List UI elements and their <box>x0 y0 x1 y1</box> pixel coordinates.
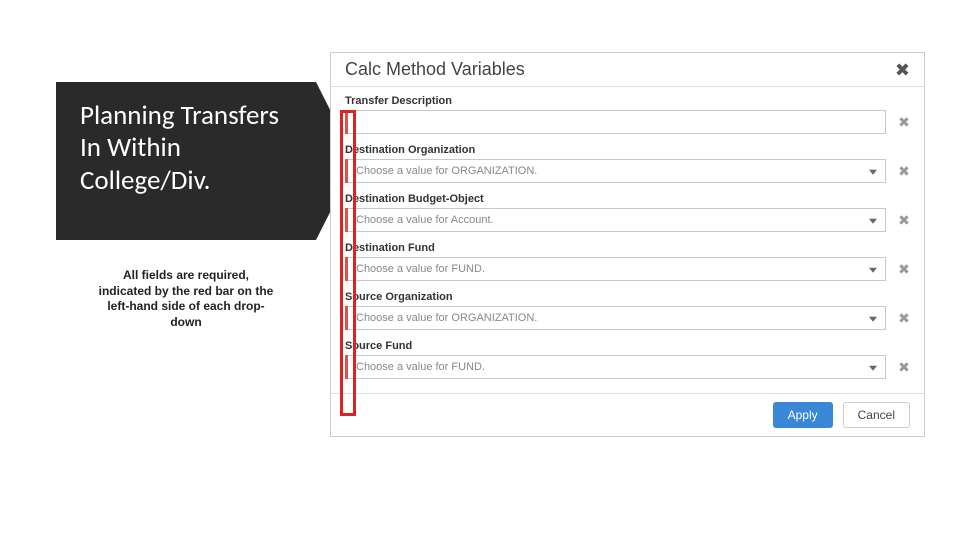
placeholder-text: Choose a value for ORGANIZATION. <box>356 312 537 324</box>
apply-button[interactable]: Apply <box>773 402 833 428</box>
modal-footer: Apply Cancel <box>331 393 924 436</box>
close-icon[interactable]: ✖ <box>891 61 914 79</box>
field-destination-fund: Destination Fund Choose a value for FUND… <box>345 242 910 281</box>
modal-header: Calc Method Variables ✖ <box>331 53 924 87</box>
field-label: Source Fund <box>345 340 910 352</box>
destination-organization-select[interactable]: Choose a value for ORGANIZATION. <box>345 159 886 183</box>
placeholder-text: Choose a value for ORGANIZATION. <box>356 165 537 177</box>
chevron-down-icon <box>869 366 877 371</box>
clear-icon[interactable]: ✖ <box>898 115 910 129</box>
field-source-fund: Source Fund Choose a value for FUND. ✖ <box>345 340 910 379</box>
chevron-down-icon <box>869 170 877 175</box>
slide-title: Planning Transfers In Within College/Div… <box>80 100 290 197</box>
source-fund-select[interactable]: Choose a value for FUND. <box>345 355 886 379</box>
chevron-down-icon <box>869 317 877 322</box>
placeholder-text: Choose a value for Account. <box>356 214 494 226</box>
chevron-down-icon <box>869 219 877 224</box>
clear-icon[interactable]: ✖ <box>898 360 910 374</box>
placeholder-text: Choose a value for FUND. <box>356 361 485 373</box>
field-destination-organization: Destination Organization Choose a value … <box>345 144 910 183</box>
field-destination-budget-object: Destination Budget-Object Choose a value… <box>345 193 910 232</box>
field-label: Destination Organization <box>345 144 910 156</box>
clear-icon[interactable]: ✖ <box>898 213 910 227</box>
clear-icon[interactable]: ✖ <box>898 262 910 276</box>
clear-icon[interactable]: ✖ <box>898 164 910 178</box>
field-label: Destination Budget-Object <box>345 193 910 205</box>
source-organization-select[interactable]: Choose a value for ORGANIZATION. <box>345 306 886 330</box>
destination-budget-object-select[interactable]: Choose a value for Account. <box>345 208 886 232</box>
chevron-down-icon <box>869 268 877 273</box>
modal-title: Calc Method Variables <box>345 59 525 80</box>
slide-caption: All fields are required, indicated by th… <box>96 268 276 330</box>
field-label: Destination Fund <box>345 242 910 254</box>
transfer-description-input[interactable] <box>345 110 886 134</box>
field-label: Source Organization <box>345 291 910 303</box>
field-source-organization: Source Organization Choose a value for O… <box>345 291 910 330</box>
placeholder-text: Choose a value for FUND. <box>356 263 485 275</box>
cancel-button[interactable]: Cancel <box>843 402 910 428</box>
destination-fund-select[interactable]: Choose a value for FUND. <box>345 257 886 281</box>
clear-icon[interactable]: ✖ <box>898 311 910 325</box>
field-label: Transfer Description <box>345 95 910 107</box>
field-transfer-description: Transfer Description ✖ <box>345 95 910 134</box>
calc-method-modal: Calc Method Variables ✖ Transfer Descrip… <box>330 52 925 437</box>
modal-body: Transfer Description ✖ Destination Organ… <box>331 87 924 393</box>
